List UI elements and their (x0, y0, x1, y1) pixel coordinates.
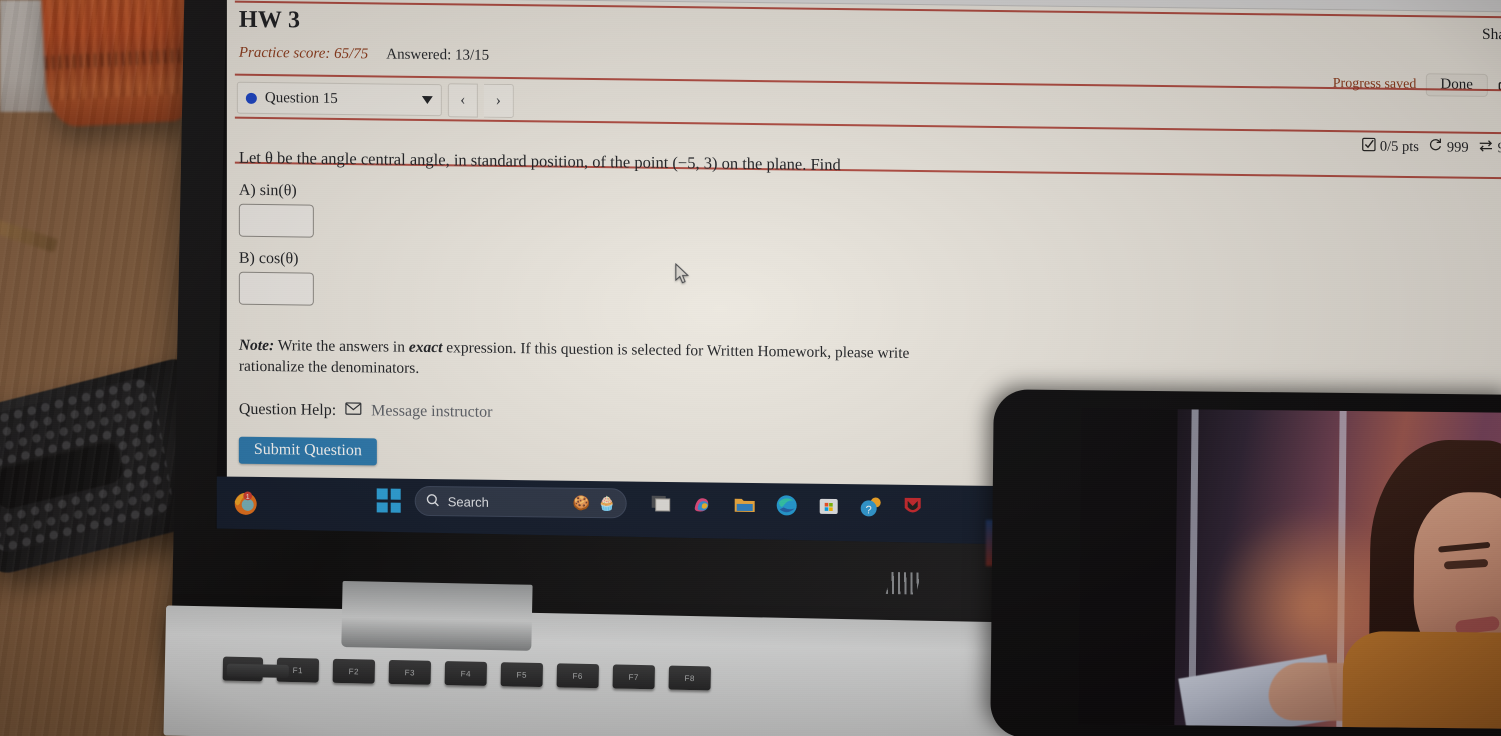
question-prompt: Let θ be the angle central angle, in sta… (238, 147, 841, 175)
search-placeholder: Search (447, 493, 489, 510)
mouse-cursor (675, 262, 691, 285)
key-f3[interactable]: F3 (388, 659, 432, 685)
cupcake-emoji-icon: 🧁 (598, 494, 616, 511)
next-question-button[interactable]: › (483, 83, 514, 119)
points-value: 0/5 pts (1379, 138, 1419, 155)
answered-count: Answered: 13/15 (386, 46, 490, 64)
smartphone (990, 389, 1501, 736)
chevron-down-icon (421, 91, 433, 108)
file-explorer-icon[interactable] (733, 493, 757, 517)
key-f8[interactable]: F8 (668, 665, 711, 691)
wooden-stick (0, 217, 59, 253)
firefox-icon[interactable]: 1 (231, 488, 263, 520)
user-name: Sharlene Jelaga (1482, 25, 1501, 44)
hp-logo (885, 572, 922, 595)
note-text-1: Write the answers in (274, 337, 409, 357)
microsoft-edge-icon[interactable] (775, 493, 799, 517)
question-select-label: Question 15 (264, 89, 338, 107)
taskbar-center: Search 🍪 🧁 ? (376, 485, 925, 522)
note-emphasis: exact (408, 339, 443, 357)
phone-screen[interactable] (1078, 408, 1501, 729)
key-f7[interactable]: F7 (612, 664, 656, 690)
versions-group[interactable]: 998 (1478, 138, 1501, 158)
svg-text:1: 1 (246, 494, 250, 501)
score-summary: Practice score: 65/75 Answered: 13/15 (239, 45, 489, 65)
question-note: Note: Write the answers in exact express… (239, 336, 939, 385)
checkbox-icon (1362, 137, 1376, 156)
key-f5[interactable]: F5 (500, 662, 544, 688)
task-view-icon[interactable] (649, 492, 673, 516)
swap-icon (1478, 138, 1494, 157)
progress-saved-text: Progress saved (1332, 75, 1417, 92)
windows-start-icon[interactable] (376, 488, 401, 513)
search-icon (426, 493, 440, 510)
question-part-a-label: A) sin(θ) (238, 181, 297, 200)
envelope-icon[interactable] (345, 402, 362, 420)
answer-input-a[interactable] (238, 203, 314, 238)
question-help-label: Question Help: (238, 400, 337, 420)
printer-icon[interactable] (1497, 76, 1501, 96)
question-navigation: Question 15 ‹ › (236, 81, 514, 119)
laptop: Home > TCC.MATH.142.2024_04F_OL > Assess… (163, 0, 1501, 736)
attempts-value: 999 (1446, 138, 1469, 156)
question-select[interactable]: Question 15 (236, 81, 442, 117)
page-title: HW 3 (238, 6, 301, 34)
question-part-b-label: B) cos(θ) (238, 249, 299, 268)
wall-background (0, 0, 175, 112)
practice-score: Practice score: 65/75 (238, 44, 369, 63)
cookie-emoji-icon: 🍪 (572, 494, 591, 511)
phone-screen-letterbox (1078, 408, 1178, 726)
divider-rule-nav (234, 116, 1501, 136)
search-input[interactable]: Search 🍪 🧁 (414, 485, 627, 519)
key-f6[interactable]: F6 (556, 663, 600, 689)
save-status-row: Progress saved Done (1333, 72, 1501, 98)
submit-question-button[interactable]: Submit Question (238, 436, 377, 466)
key-spacer (226, 663, 289, 678)
answer-input-b[interactable] (238, 271, 314, 306)
key-f2[interactable]: F2 (332, 658, 376, 684)
points-group: 0/5 pts (1362, 137, 1419, 157)
key-f4[interactable]: F4 (444, 661, 488, 686)
attempts-group[interactable]: 999 (1428, 137, 1469, 157)
woven-basket (40, 0, 198, 128)
laptop-hinge (341, 581, 533, 651)
question-status-dot (245, 92, 257, 104)
done-button[interactable]: Done (1425, 73, 1488, 97)
points-bar: 0/5 pts 999 998 (1362, 136, 1501, 159)
taskbar-apps: ? (649, 492, 925, 519)
mcafee-icon[interactable] (901, 495, 925, 519)
laptop-keyboard-deck: ESC F1 F2 F3 F4 F5 F6 F7 F8 (163, 605, 1026, 736)
microsoft-store-icon[interactable] (817, 494, 841, 518)
message-instructor-link[interactable]: Message instructor (371, 402, 492, 421)
get-help-icon[interactable]: ? (859, 494, 883, 518)
note-label: Note: (238, 336, 275, 355)
video-person-body (1342, 630, 1501, 729)
svg-text:?: ? (866, 504, 872, 516)
prev-question-button[interactable]: ‹ (447, 83, 478, 118)
microsoft-copilot-icon[interactable] (691, 492, 715, 516)
retry-icon (1428, 137, 1443, 157)
